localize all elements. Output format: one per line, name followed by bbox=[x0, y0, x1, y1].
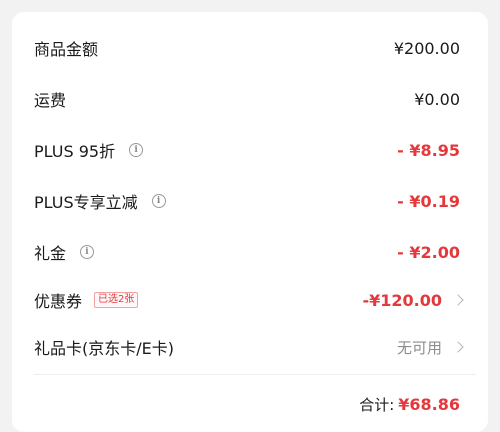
gift-money-label: 礼金 bbox=[34, 244, 67, 263]
row-gift-card[interactable]: 礼品卡(京东卡/E卡) 无可用 bbox=[34, 332, 464, 362]
total-value: ¥68.86 bbox=[398, 395, 460, 414]
gift-money-value: - ¥2.00 bbox=[397, 242, 460, 262]
plus-reduction-label: PLUS专享立减 bbox=[34, 193, 138, 212]
coupons-label: 优惠券 bbox=[34, 292, 83, 311]
plus-discount-label: PLUS 95折 bbox=[34, 142, 116, 161]
coupons-selected-badge: 已选2张 bbox=[94, 292, 139, 308]
shipping-label: 运费 bbox=[34, 91, 67, 110]
plus-discount-value: - ¥8.95 bbox=[397, 140, 460, 160]
row-shipping: 运费 ¥0.00 bbox=[34, 84, 460, 114]
shipping-value: ¥0.00 bbox=[414, 89, 460, 109]
row-coupons[interactable]: 优惠券 已选2张 -¥120.00 bbox=[34, 285, 464, 315]
row-plus-discount: PLUS 95折 i - ¥8.95 bbox=[34, 135, 460, 165]
row-plus-reduction: PLUS专享立减 i - ¥0.19 bbox=[34, 186, 460, 216]
gift-card-label: 礼品卡(京东卡/E卡) bbox=[34, 339, 174, 358]
price-summary-card: 商品金额 ¥200.00 运费 ¥0.00 PLUS 95折 i - ¥8.95… bbox=[12, 12, 488, 432]
gift-card-status: 无可用 bbox=[396, 338, 442, 357]
row-gift-money: 礼金 i - ¥2.00 bbox=[34, 237, 460, 267]
total-label: 合计: bbox=[359, 396, 395, 414]
chevron-right-icon bbox=[452, 341, 464, 353]
info-icon[interactable]: i bbox=[80, 245, 95, 259]
info-icon[interactable]: i bbox=[151, 194, 166, 208]
chevron-right-icon bbox=[452, 294, 464, 306]
info-icon[interactable]: i bbox=[129, 143, 144, 157]
divider bbox=[34, 374, 476, 375]
goods-amount-label: 商品金额 bbox=[34, 40, 99, 59]
order-total: 合计: ¥68.86 bbox=[359, 394, 460, 415]
goods-amount-value: ¥200.00 bbox=[393, 38, 460, 58]
coupons-value: -¥120.00 bbox=[362, 290, 442, 310]
plus-reduction-value: - ¥0.19 bbox=[397, 191, 460, 211]
row-goods-amount: 商品金额 ¥200.00 bbox=[34, 33, 460, 63]
